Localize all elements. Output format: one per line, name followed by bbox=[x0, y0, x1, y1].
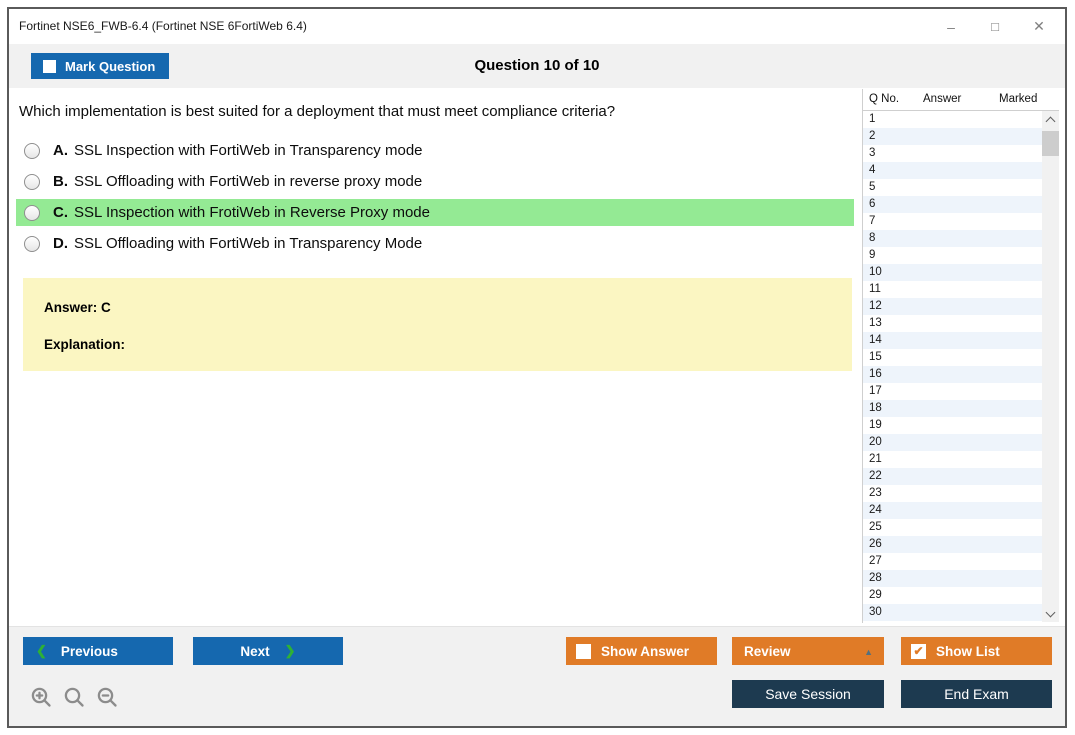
option-text: SSL Offloading with FortiWeb in Transpar… bbox=[74, 235, 423, 252]
answer-option-b[interactable]: B. SSL Offloading with FortiWeb in rever… bbox=[16, 168, 854, 195]
question-list-row[interactable]: 4 bbox=[863, 162, 1042, 179]
question-list-row[interactable]: 10 bbox=[863, 264, 1042, 281]
next-label: Next bbox=[240, 643, 270, 659]
mark-question-label: Mark Question bbox=[65, 58, 156, 74]
title-bar: Fortinet NSE6_FWB-6.4 (Fortinet NSE 6For… bbox=[9, 9, 1065, 44]
question-list-row[interactable]: 9 bbox=[863, 247, 1042, 264]
radio-button-d[interactable] bbox=[24, 235, 40, 252]
answer-option-d[interactable]: D. SSL Offloading with FortiWeb in Trans… bbox=[16, 230, 854, 257]
toolbar: Question 10 of 10 Mark Question bbox=[9, 44, 1065, 88]
next-button[interactable]: Next ❯ bbox=[193, 637, 343, 665]
option-letter: C. bbox=[53, 204, 68, 221]
end-exam-label: End Exam bbox=[944, 686, 1009, 702]
show-answer-label: Show Answer bbox=[601, 643, 690, 659]
question-list-row[interactable]: 23 bbox=[863, 485, 1042, 502]
question-text: Which implementation is best suited for … bbox=[19, 103, 616, 120]
zoom-reset-icon[interactable] bbox=[63, 686, 87, 710]
scroll-up-icon[interactable] bbox=[1042, 111, 1059, 128]
show-answer-checkbox[interactable] bbox=[576, 643, 591, 659]
column-header-marked: Marked bbox=[999, 93, 1038, 105]
question-list-row[interactable]: 20 bbox=[863, 434, 1042, 451]
scrollbar-thumb[interactable] bbox=[1042, 131, 1059, 156]
question-list-row[interactable]: 19 bbox=[863, 417, 1042, 434]
column-header-answer: Answer bbox=[923, 93, 962, 105]
radio-button-b[interactable] bbox=[24, 173, 40, 190]
question-list-row[interactable]: 30 bbox=[863, 604, 1042, 621]
question-list-row[interactable]: 2 bbox=[863, 128, 1042, 145]
arrow-up-icon: ▲ bbox=[864, 647, 873, 657]
review-label: Review bbox=[744, 643, 791, 659]
mark-question-button[interactable]: Mark Question bbox=[31, 53, 170, 79]
radio-button-a[interactable] bbox=[24, 142, 40, 159]
radio-button-c[interactable] bbox=[24, 204, 40, 221]
question-list-row[interactable]: 8 bbox=[863, 230, 1042, 247]
question-list-row[interactable]: 22 bbox=[863, 468, 1042, 485]
question-list-row[interactable]: 24 bbox=[863, 502, 1042, 519]
mark-question-checkbox[interactable] bbox=[43, 59, 56, 73]
option-text: SSL Offloading with FortiWeb in reverse … bbox=[74, 173, 423, 190]
answer-option-a[interactable]: A. SSL Inspection with FortiWeb in Trans… bbox=[16, 137, 854, 164]
question-list-row[interactable]: 14 bbox=[863, 332, 1042, 349]
close-icon[interactable]: ✕ bbox=[1017, 9, 1061, 44]
question-list-row[interactable]: 29 bbox=[863, 587, 1042, 604]
question-list-row[interactable]: 1 bbox=[863, 111, 1042, 128]
scroll-down-icon[interactable] bbox=[1042, 605, 1059, 622]
question-list-row[interactable]: 5 bbox=[863, 179, 1042, 196]
save-session-button[interactable]: Save Session bbox=[732, 680, 884, 708]
question-list-rows: 1 2 3 4 5 6 7 8 9 10 11 12 13 14 15 16 17 18 19 20 21 22 23 24 2… bbox=[863, 111, 1042, 621]
question-list-row[interactable]: 11 bbox=[863, 281, 1042, 298]
show-list-button[interactable]: ✔ Show List bbox=[901, 637, 1052, 665]
explanation-label: Explanation: bbox=[44, 337, 126, 352]
question-list-scrollbar[interactable] bbox=[1042, 111, 1059, 622]
zoom-in-icon[interactable] bbox=[30, 686, 54, 710]
show-list-checkbox[interactable]: ✔ bbox=[911, 643, 926, 659]
save-session-label: Save Session bbox=[765, 686, 851, 702]
question-list-row[interactable]: 7 bbox=[863, 213, 1042, 230]
exam-window: Fortinet NSE6_FWB-6.4 (Fortinet NSE 6For… bbox=[7, 7, 1067, 728]
minimize-icon[interactable]: – bbox=[929, 9, 973, 44]
option-letter: D. bbox=[53, 235, 68, 252]
window-controls: – □ ✕ bbox=[929, 9, 1061, 44]
previous-button[interactable]: ❮ Previous bbox=[23, 637, 173, 665]
question-list-row[interactable]: 12 bbox=[863, 298, 1042, 315]
option-letter: B. bbox=[53, 173, 68, 190]
zoom-tools bbox=[30, 686, 120, 710]
question-list-row[interactable]: 18 bbox=[863, 400, 1042, 417]
zoom-out-icon[interactable] bbox=[96, 686, 120, 710]
answer-label: Answer: C bbox=[44, 300, 111, 315]
show-list-label: Show List bbox=[936, 643, 1000, 659]
answer-box: Answer: C Explanation: bbox=[23, 278, 852, 371]
question-list-row[interactable]: 6 bbox=[863, 196, 1042, 213]
option-letter: A. bbox=[53, 142, 68, 159]
question-list-header: Q No. Answer Marked bbox=[863, 89, 1059, 111]
question-list-row[interactable]: 3 bbox=[863, 145, 1042, 162]
question-list-row[interactable]: 26 bbox=[863, 536, 1042, 553]
column-header-qno: Q No. bbox=[869, 93, 900, 105]
previous-label: Previous bbox=[60, 643, 118, 659]
question-list-row[interactable]: 16 bbox=[863, 366, 1042, 383]
question-list-row[interactable]: 28 bbox=[863, 570, 1042, 587]
window-title: Fortinet NSE6_FWB-6.4 (Fortinet NSE 6For… bbox=[19, 19, 307, 33]
question-list-row[interactable]: 25 bbox=[863, 519, 1042, 536]
question-list-row[interactable]: 21 bbox=[863, 451, 1042, 468]
show-answer-button[interactable]: Show Answer bbox=[566, 637, 717, 665]
option-text: SSL Inspection with FrotiWeb in Reverse … bbox=[74, 204, 430, 221]
question-list-row[interactable]: 27 bbox=[863, 553, 1042, 570]
chevron-right-icon: ❯ bbox=[284, 643, 296, 658]
question-list-row[interactable]: 13 bbox=[863, 315, 1042, 332]
question-list-panel: Q No. Answer Marked 1 2 3 4 5 6 7 8 9 10 11 12 13 14 1… bbox=[862, 89, 1059, 623]
question-list-row[interactable]: 15 bbox=[863, 349, 1042, 366]
chevron-left-icon: ❮ bbox=[36, 643, 47, 658]
end-exam-button[interactable]: End Exam bbox=[901, 680, 1052, 708]
review-dropdown-button[interactable]: Review ▲ bbox=[732, 637, 884, 665]
question-list-row[interactable]: 17 bbox=[863, 383, 1042, 400]
maximize-icon[interactable]: □ bbox=[973, 9, 1017, 44]
answer-option-c[interactable]: C. SSL Inspection with FrotiWeb in Rever… bbox=[16, 199, 854, 226]
option-text: SSL Inspection with FortiWeb in Transpar… bbox=[74, 142, 423, 159]
